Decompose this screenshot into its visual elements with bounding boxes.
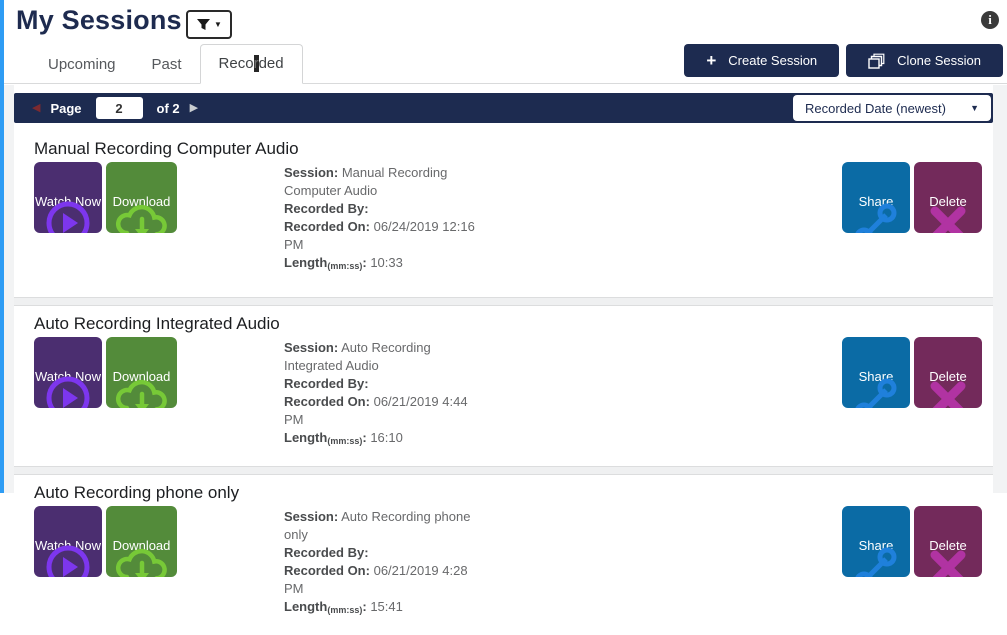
header-actions: + Create Session Clone Session xyxy=(684,44,1003,77)
session-card: Auto Recording phone only Watch Now D xyxy=(14,475,993,635)
recorded-on-label: Recorded On: xyxy=(284,563,370,578)
delete-button[interactable]: Delete xyxy=(914,337,982,408)
watch-now-button[interactable]: Watch Now xyxy=(34,162,102,233)
share-button[interactable]: Share xyxy=(842,506,910,577)
download-button[interactable]: Download xyxy=(106,337,177,408)
filter-funnel-icon xyxy=(196,18,211,32)
clone-session-label: Clone Session xyxy=(897,53,981,68)
header: My Sessions ▼ i Upcoming Past Recorded +… xyxy=(4,0,1007,84)
length-label: Length xyxy=(284,255,327,270)
card-separator xyxy=(14,466,993,475)
page-number-input[interactable] xyxy=(96,97,143,119)
watch-now-button[interactable]: Watch Now xyxy=(34,337,102,408)
filter-button[interactable]: ▼ xyxy=(186,10,232,39)
info-icon[interactable]: i xyxy=(981,11,999,29)
session-card: Auto Recording Integrated Audio Watch No… xyxy=(14,306,993,466)
session-title: Manual Recording Computer Audio xyxy=(34,139,982,159)
session-label: Session: xyxy=(284,509,338,524)
pagination-toolbar: ◀ Page of 2 ▶ Recorded Date (newest) ▼ xyxy=(14,93,993,123)
session-list: Manual Recording Computer Audio Watch No… xyxy=(14,123,993,635)
session-label: Session: xyxy=(284,340,338,355)
length-value: 10:33 xyxy=(370,255,403,270)
page-title: My Sessions xyxy=(16,5,182,36)
length-value: 16:10 xyxy=(370,430,403,445)
tab-recorded[interactable]: Recorded xyxy=(200,44,303,84)
recorded-by-label: Recorded By: xyxy=(284,545,369,560)
cloud-download-icon xyxy=(115,545,169,577)
length-unit-label: (mm:ss) xyxy=(327,261,362,271)
previous-page-icon[interactable]: ◀ xyxy=(32,103,40,114)
session-details: Session: Auto Recording phone only Recor… xyxy=(284,506,486,619)
session-details: Session: Manual Recording Computer Audio… xyxy=(284,162,486,275)
cloud-download-icon xyxy=(115,376,169,408)
watch-now-button[interactable]: Watch Now xyxy=(34,506,102,577)
tab-past[interactable]: Past xyxy=(134,46,200,84)
tab-bar: Upcoming Past Recorded xyxy=(30,44,303,84)
cloud-download-icon xyxy=(115,201,169,233)
delete-button[interactable]: Delete xyxy=(914,506,982,577)
recorded-on-label: Recorded On: xyxy=(284,219,370,234)
share-icon xyxy=(853,374,899,408)
session-label: Session: xyxy=(284,165,338,180)
create-session-button[interactable]: + Create Session xyxy=(684,44,839,77)
session-title: Auto Recording Integrated Audio xyxy=(34,314,982,334)
tab-upcoming[interactable]: Upcoming xyxy=(30,46,134,84)
x-delete-icon xyxy=(927,547,969,577)
left-accent-strip xyxy=(0,0,4,493)
share-icon xyxy=(853,543,899,577)
session-details: Session: Auto Recording Integrated Audio… xyxy=(284,337,486,450)
delete-button[interactable]: Delete xyxy=(914,162,982,233)
tab-recorded-text: Reco xyxy=(219,55,254,72)
length-value: 15:41 xyxy=(370,599,403,614)
recorded-on-label: Recorded On: xyxy=(284,394,370,409)
length-colon: : xyxy=(362,430,366,445)
x-delete-icon xyxy=(927,378,969,408)
length-unit-label: (mm:ss) xyxy=(327,436,362,446)
sort-dropdown[interactable]: Recorded Date (newest) ▼ xyxy=(793,95,991,121)
clone-session-button[interactable]: Clone Session xyxy=(846,44,1003,77)
chevron-down-icon: ▼ xyxy=(970,103,979,113)
play-icon xyxy=(44,374,92,408)
clone-copy-icon xyxy=(868,53,885,69)
recorded-tab-panel: ◀ Page of 2 ▶ Recorded Date (newest) ▼ M… xyxy=(14,85,993,493)
length-colon: : xyxy=(362,599,366,614)
sort-dropdown-value: Recorded Date (newest) xyxy=(805,101,946,116)
play-icon xyxy=(44,543,92,577)
recorded-by-label: Recorded By: xyxy=(284,376,369,391)
share-button[interactable]: Share xyxy=(842,162,910,233)
session-card: Manual Recording Computer Audio Watch No… xyxy=(14,123,993,297)
share-icon xyxy=(853,199,899,233)
download-button[interactable]: Download xyxy=(106,162,177,233)
x-delete-icon xyxy=(927,203,969,233)
recorded-by-label: Recorded By: xyxy=(284,201,369,216)
next-page-icon[interactable]: ▶ xyxy=(190,103,198,114)
pager: ◀ Page of 2 ▶ xyxy=(14,97,198,119)
filter-caret-icon: ▼ xyxy=(214,20,222,29)
create-session-label: Create Session xyxy=(728,53,817,68)
share-button[interactable]: Share xyxy=(842,337,910,408)
length-unit-label: (mm:ss) xyxy=(327,605,362,615)
download-button[interactable]: Download xyxy=(106,506,177,577)
page-label: Page xyxy=(50,101,81,116)
length-colon: : xyxy=(362,255,366,270)
session-title: Auto Recording phone only xyxy=(34,483,982,503)
tab-recorded-text: ded xyxy=(259,55,284,72)
play-icon xyxy=(44,199,92,233)
length-label: Length xyxy=(284,430,327,445)
page-count-label: of 2 xyxy=(157,101,180,116)
card-separator xyxy=(14,297,993,306)
plus-icon: + xyxy=(706,52,716,69)
length-label: Length xyxy=(284,599,327,614)
